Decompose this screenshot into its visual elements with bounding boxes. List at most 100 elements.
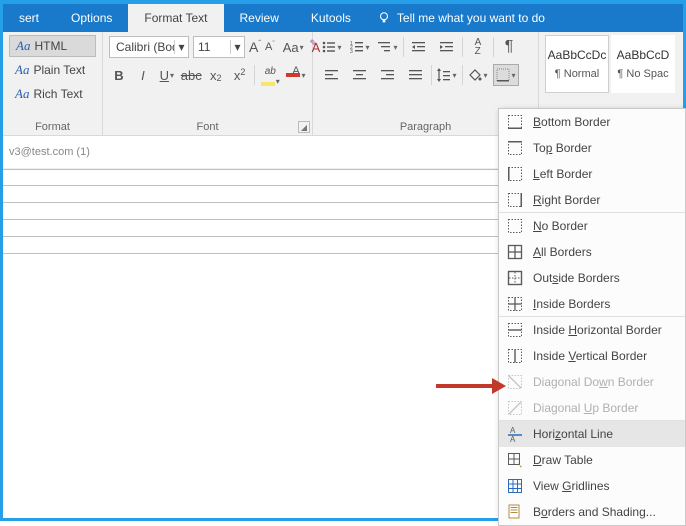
border-item-top[interactable]: Top Border <box>499 135 685 161</box>
strike-button[interactable]: abc <box>181 64 202 86</box>
group-format: AaHTML AaPlain Text AaRich Text Format <box>3 32 103 135</box>
insideh-icon <box>507 322 523 338</box>
shrink-font-button[interactable]: Aˇ <box>265 36 275 58</box>
line-spacing-button[interactable] <box>434 64 460 86</box>
border-item-grid[interactable]: View Gridlines <box>499 473 685 499</box>
change-case-button[interactable]: Aa <box>283 36 304 58</box>
shading-icon <box>507 504 523 520</box>
bullets-icon <box>322 40 336 54</box>
border-item-label: View Gridlines <box>533 479 610 493</box>
grow-font-button[interactable]: Aˆ <box>249 36 261 58</box>
border-item-outside[interactable]: Outside Borders <box>499 265 685 291</box>
superscript-button[interactable]: x2 <box>230 64 250 86</box>
inside-icon <box>507 296 523 312</box>
group-format-label: Format <box>9 119 96 133</box>
bottom-icon <box>507 114 523 130</box>
border-item-label: Draw Table <box>533 453 593 467</box>
multilevel-button[interactable] <box>375 36 401 58</box>
justify-button[interactable] <box>403 64 429 86</box>
format-rich-button[interactable]: AaRich Text <box>9 83 96 105</box>
pilcrow-button[interactable]: ¶ <box>496 36 522 58</box>
borders-dropdown: Bottom Border Top Border Left Border Right … <box>498 108 686 526</box>
border-item-none[interactable]: No Border <box>499 213 685 239</box>
border-item-all[interactable]: All Borders <box>499 239 685 265</box>
tab-kutools[interactable]: Kutools <box>295 4 367 32</box>
border-item-label: All Borders <box>533 245 592 259</box>
align-right-icon <box>381 68 395 82</box>
hline-icon: AA <box>507 426 523 442</box>
font-dialog-launcher[interactable]: ◢ <box>298 121 310 133</box>
shading-button[interactable] <box>465 64 491 86</box>
border-item-inside[interactable]: Inside Borders <box>499 291 685 317</box>
tab-format-text[interactable]: Format Text <box>128 4 223 32</box>
all-icon <box>507 244 523 260</box>
chevron-down-icon: ▾ <box>174 40 188 54</box>
border-item-label: Inside Horizontal Border <box>533 323 662 337</box>
subscript-button[interactable]: x2 <box>206 64 226 86</box>
sort-button[interactable]: AZ <box>465 36 491 58</box>
border-item-label: Horizontal Line <box>533 427 613 441</box>
diagd-icon <box>507 374 523 390</box>
format-plain-button[interactable]: AaPlain Text <box>9 59 96 81</box>
bullets-button[interactable] <box>319 36 345 58</box>
outdent-button[interactable] <box>406 36 432 58</box>
border-item-label: Borders and Shading... <box>533 505 656 519</box>
insidev-icon <box>507 348 523 364</box>
svg-text:A: A <box>510 426 516 435</box>
border-item-right[interactable]: Right Border <box>499 187 685 213</box>
border-item-draw[interactable]: Draw Table <box>499 447 685 473</box>
font-size-combo[interactable]: 11▾ <box>193 36 245 58</box>
outdent-icon <box>412 40 426 54</box>
numbering-icon: 123 <box>350 40 364 54</box>
border-item-shading[interactable]: Borders and Shading... <box>499 499 685 525</box>
tab-insert[interactable]: sert <box>3 4 55 32</box>
border-item-label: Right Border <box>533 193 600 207</box>
border-item-hline[interactable]: AA Horizontal Line <box>499 421 685 447</box>
italic-button[interactable]: I <box>133 64 153 86</box>
outside-icon <box>507 270 523 286</box>
numbering-button[interactable]: 123 <box>347 36 373 58</box>
style-no-spacing[interactable]: AaBbCcD ¶ No Spac <box>611 35 675 93</box>
border-item-bottom[interactable]: Bottom Border <box>499 109 685 135</box>
justify-icon <box>409 68 423 82</box>
border-item-diagu: Diagonal Up Border <box>499 395 685 421</box>
tab-options[interactable]: Options <box>55 4 128 32</box>
border-item-label: Left Border <box>533 167 592 181</box>
none-icon <box>507 218 523 234</box>
border-item-label: Outside Borders <box>533 271 620 285</box>
bold-button[interactable]: B <box>109 64 129 86</box>
border-item-label: Bottom Border <box>533 115 610 129</box>
align-left-button[interactable] <box>319 64 345 86</box>
indent-button[interactable] <box>434 36 460 58</box>
align-right-button[interactable] <box>375 64 401 86</box>
top-icon <box>507 140 523 156</box>
highlight-button[interactable] <box>258 64 282 86</box>
tab-review[interactable]: Review <box>224 4 295 32</box>
font-color-button[interactable] <box>286 64 306 86</box>
border-item-label: Diagonal Up Border <box>533 401 638 415</box>
format-html-button[interactable]: AaHTML <box>9 35 96 57</box>
app-window: sert Options Format Text Review Kutools … <box>0 0 686 521</box>
font-name-combo[interactable]: Calibri (Body)▾ <box>109 36 189 58</box>
border-item-insideh[interactable]: Inside Horizontal Border <box>499 317 685 343</box>
borders-split-button[interactable] <box>493 64 519 86</box>
tell-me-search[interactable]: Tell me what you want to do <box>367 4 555 32</box>
align-center-button[interactable] <box>347 64 373 86</box>
style-normal[interactable]: AaBbCcDc ¶ Normal <box>545 35 609 93</box>
ribbon-tabs: sert Options Format Text Review Kutools … <box>3 4 683 32</box>
multilevel-icon <box>378 40 392 54</box>
border-item-label: Inside Borders <box>533 297 610 311</box>
svg-text:A: A <box>510 435 516 442</box>
border-item-insidev[interactable]: Inside Vertical Border <box>499 343 685 369</box>
borders-icon <box>496 68 510 82</box>
line-spacing-icon <box>437 68 451 82</box>
border-item-left[interactable]: Left Border <box>499 161 685 187</box>
grid-icon <box>507 478 523 494</box>
border-item-label: Inside Vertical Border <box>533 349 647 363</box>
bulb-icon <box>377 11 391 25</box>
border-item-label: No Border <box>533 219 588 233</box>
border-item-diagd: Diagonal Down Border <box>499 369 685 395</box>
paint-bucket-icon <box>468 68 482 82</box>
indent-icon <box>440 40 454 54</box>
underline-button[interactable]: U <box>157 64 177 86</box>
